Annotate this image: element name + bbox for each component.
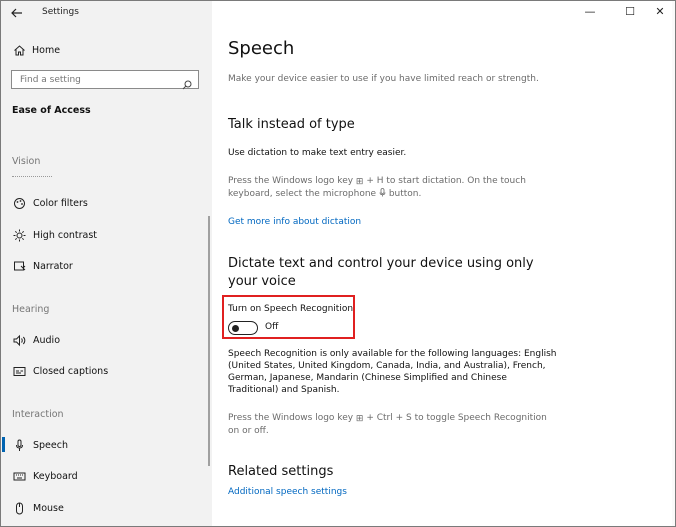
closed-captions-icon	[12, 364, 26, 378]
additional-speech-settings-link[interactable]: Additional speech settings	[228, 487, 347, 497]
toggle-state-text: Off	[265, 322, 279, 332]
section-title: Ease of Access	[12, 105, 91, 116]
sidebar-item-mouse[interactable]: Mouse	[12, 500, 64, 516]
sidebar-item-label: Color filters	[33, 197, 88, 209]
main-content: — ☐ ✕ Speech Make your device easier to …	[212, 1, 675, 526]
settings-window: Settings Home Find a setting Ease of Acc…	[0, 0, 676, 527]
maximize-button[interactable]: ☐	[622, 5, 638, 19]
hint-text: + Ctrl + S to toggle Speech Recognition	[363, 413, 547, 423]
narrator-icon	[12, 259, 26, 273]
talk-heading: Talk instead of type	[228, 117, 355, 132]
selected-indicator	[2, 437, 5, 452]
toggle-hint-line1: Press the Windows logo key ⊞ + Ctrl + S …	[228, 412, 547, 426]
related-settings-heading: Related settings	[228, 464, 334, 479]
back-arrow-icon[interactable]	[10, 6, 24, 20]
sidebar-item-audio[interactable]: Audio	[12, 332, 60, 348]
close-button[interactable]: ✕	[652, 5, 668, 19]
dictation-hint-line2: keyboard, select the microphone button.	[228, 188, 421, 202]
toggle-hint-line2: on or off.	[228, 426, 269, 436]
nav-home[interactable]: Home	[12, 42, 60, 58]
clipped-item	[12, 172, 52, 177]
search-icon[interactable]	[182, 75, 192, 90]
color-filters-icon	[12, 196, 26, 210]
sidebar-scrollbar[interactable]	[208, 216, 210, 466]
main-scrollbar[interactable]	[672, 1, 675, 526]
dictation-info-link[interactable]: Get more info about dictation	[228, 217, 361, 227]
sidebar: Settings Home Find a setting Ease of Acc…	[1, 1, 212, 526]
sidebar-item-closed-captions[interactable]: Closed captions	[12, 363, 108, 379]
home-label: Home	[32, 44, 61, 56]
home-icon	[12, 43, 26, 57]
sidebar-item-label: Closed captions	[33, 365, 109, 377]
mouse-icon	[12, 501, 26, 515]
group-label-vision: Vision	[12, 156, 41, 167]
languages-line4: Traditional) and Spanish.	[228, 385, 340, 395]
sidebar-item-label: Narrator	[33, 260, 73, 272]
group-label-interaction: Interaction	[12, 409, 64, 420]
minimize-button[interactable]: —	[582, 5, 598, 19]
speech-recognition-toggle-label: Turn on Speech Recognition	[228, 304, 354, 314]
high-contrast-icon	[12, 228, 26, 242]
toggle-knob	[232, 324, 239, 332]
dictate-heading-line2: your voice	[228, 274, 296, 289]
microphone-icon	[379, 188, 386, 202]
speech-icon	[12, 438, 26, 452]
sidebar-item-narrator[interactable]: Narrator	[12, 258, 73, 274]
sidebar-item-keyboard[interactable]: Keyboard	[12, 468, 78, 484]
hint-text: Press the Windows logo key	[228, 413, 356, 423]
dictation-hint-line1: Press the Windows logo key ⊞ + H to star…	[228, 175, 526, 189]
window-title: Settings	[42, 7, 79, 17]
group-label-hearing: Hearing	[12, 304, 50, 315]
speech-recognition-toggle[interactable]	[228, 321, 258, 335]
sidebar-item-high-contrast[interactable]: High contrast	[12, 227, 97, 243]
search-input[interactable]: Find a setting	[11, 70, 199, 90]
sidebar-item-speech[interactable]: Speech	[12, 437, 68, 453]
talk-description: Use dictation to make text entry easier.	[228, 148, 407, 158]
sidebar-item-label: Speech	[33, 439, 68, 451]
hint-text: + H to start dictation. On the touch	[363, 176, 526, 186]
hint-text: button.	[385, 189, 422, 199]
hint-text: keyboard, select the microphone	[228, 189, 379, 199]
sidebar-item-label: Keyboard	[33, 470, 78, 482]
keyboard-icon	[12, 469, 26, 483]
hint-text: Press the Windows logo key	[228, 176, 356, 186]
page-title: Speech	[228, 38, 295, 59]
sidebar-item-label: High contrast	[33, 229, 98, 241]
dictate-heading-line1: Dictate text and control your device usi…	[228, 256, 534, 271]
sidebar-item-label: Mouse	[33, 502, 64, 514]
page-subtitle: Make your device easier to use if you ha…	[228, 74, 539, 84]
search-placeholder: Find a setting	[20, 75, 81, 85]
audio-icon	[12, 333, 26, 347]
sidebar-item-label: Audio	[33, 334, 61, 346]
sidebar-item-color-filters[interactable]: Color filters	[12, 195, 88, 211]
